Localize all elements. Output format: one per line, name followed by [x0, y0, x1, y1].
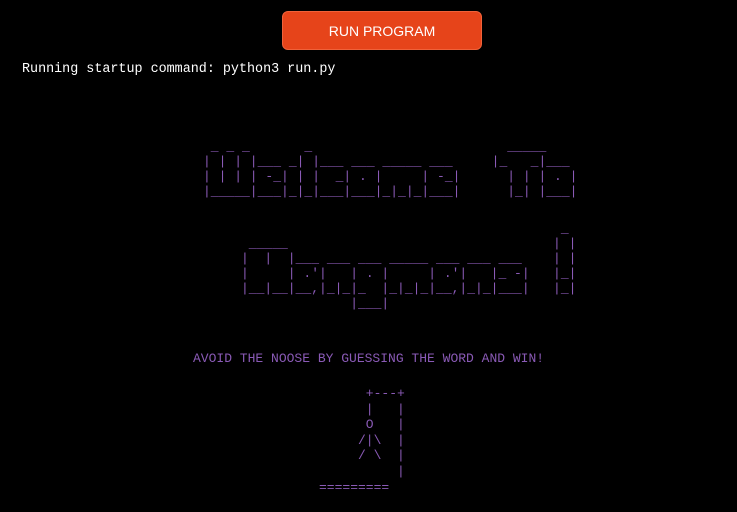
- hangman-ascii-banner: _ _____ | | | | |___ ___ ___ _____ ___ _…: [241, 221, 577, 311]
- terminal-output: Running startup command: python3 run.py …: [0, 0, 737, 512]
- game-tagline: AVOID THE NOOSE BY GUESSING THE WORD AND…: [193, 351, 545, 366]
- welcome-ascii-banner: _ _ _ _ _____ | | | |___ _| |___ ___ ___…: [203, 139, 578, 199]
- gallows-ascii-art: +---+ | | O | /|\ | / \ | | =========: [319, 386, 405, 495]
- startup-command-line: Running startup command: python3 run.py: [22, 62, 336, 77]
